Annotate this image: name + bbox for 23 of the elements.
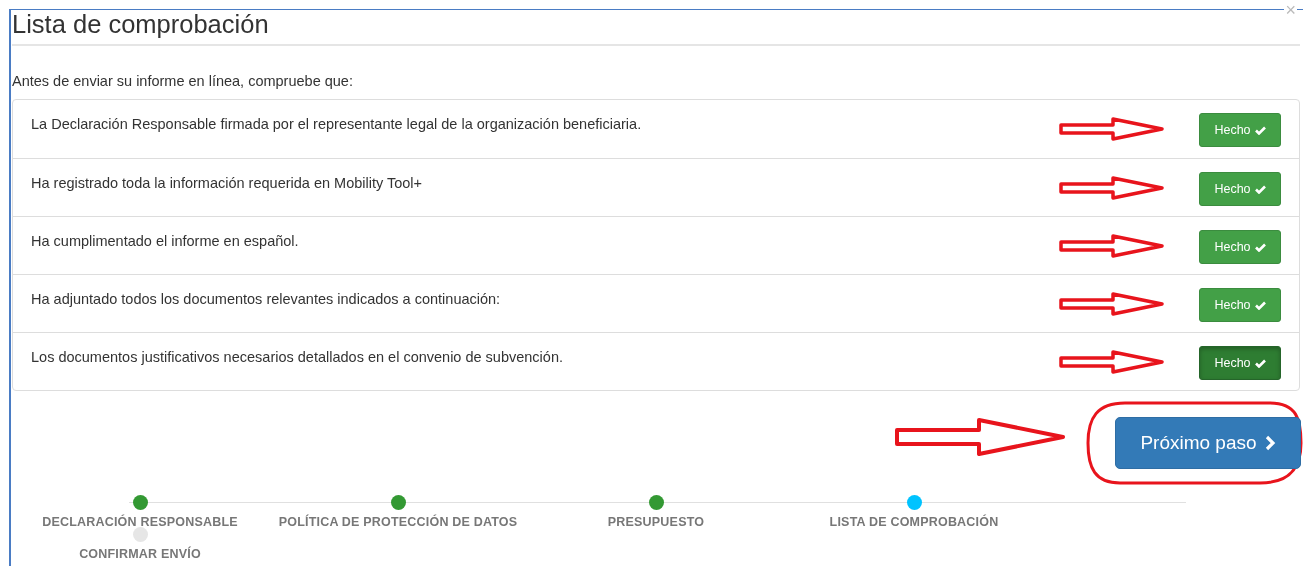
done-button[interactable]: Hecho [1199,113,1281,147]
checkmark-icon [1254,358,1266,368]
checklist-item-text: Ha cumplimentado el informe en español. [31,233,300,249]
checkmark-icon [1254,125,1266,135]
step-label: DECLARACIÓN RESPONSABLE [42,515,238,529]
done-button[interactable]: Hecho [1199,172,1281,206]
checklist-item-text: Los documentos justificativos necesarios detallados en el convenio de subvención. [31,349,564,365]
intro-text: Antes de enviar su informe en línea, compruebe que: [12,72,354,90]
checkmark-icon [1254,242,1266,252]
done-button[interactable]: Hecho [1199,230,1281,264]
chevron-right-icon [1264,434,1276,451]
next-step-button[interactable]: Próximo paso [1115,416,1301,469]
step-label: POLÍTICA DE PROTECCIÓN DE DATOS [278,515,518,529]
done-button[interactable]: Hecho [1199,288,1281,322]
checklist-item-text: Ha adjuntado todos los documentos relevantes indicados a continuación: [31,291,502,307]
checklist-item-text: La Declaración Responsable firmada por el representante legal de la organización beneficiaria. [31,116,643,132]
done-button[interactable]: Hecho [1199,346,1281,380]
step-label: LISTA DE COMPROBACIÓN [829,515,999,529]
step-label: PRESUPUESTO [607,515,705,529]
step-label: CONFIRMAR ENVÍO [79,547,201,561]
checklist-item-text: Ha registrado toda la información requerida en Mobility Tool+ [31,175,424,191]
checkmark-icon [1254,300,1266,310]
checkmark-icon [1254,184,1266,194]
